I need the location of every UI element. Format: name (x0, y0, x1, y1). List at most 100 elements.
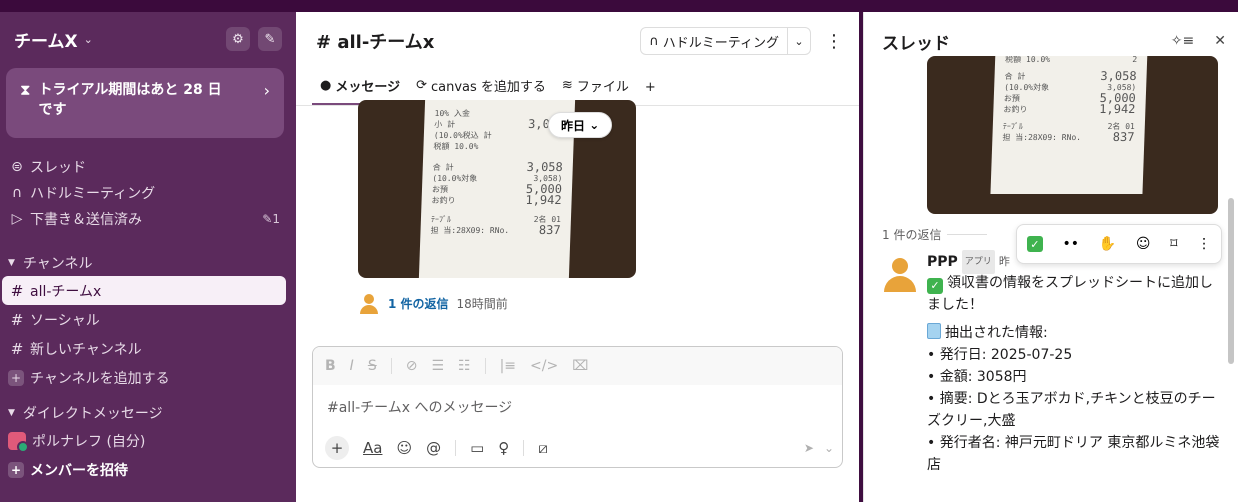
link-icon[interactable]: ⊘ (406, 358, 418, 374)
huddle-button[interactable]: ∩ ハドルミーティング ⌄ (640, 27, 811, 55)
add-tab-button[interactable]: + (637, 80, 664, 105)
channels-section[interactable]: ▼ チャンネル (0, 250, 296, 276)
message-list: 10% 入金 小 計3,058 (10.0%税込 計2 税額 10.0% 合 計… (296, 100, 859, 346)
send-button[interactable]: ➤ ⌄ (804, 441, 834, 455)
clipboard-icon (927, 323, 941, 339)
hourglass-icon: ⧗ (20, 81, 31, 99)
headphones-icon: ∩ (11, 185, 23, 201)
receipt-paper: 税額 10.0% 2 合 計 3,058 (10.0%対象 3,058) お預 5,00… (990, 56, 1148, 194)
plus-icon: + (8, 369, 24, 386)
bold-icon[interactable]: B (325, 358, 336, 374)
code-icon[interactable]: </> (530, 358, 558, 374)
video-icon[interactable]: ▭ (470, 439, 484, 457)
plus-icon: + (8, 461, 24, 478)
italic-icon[interactable]: I (350, 358, 354, 374)
chevron-down-icon: ⌄ (589, 118, 600, 132)
caret-down-icon: ▼ (8, 408, 15, 418)
thread-pane: スレッド ✧≡ ✕ 税額 10.0% 2 合 計 3,058 (10.0%対象 3,0… (863, 12, 1238, 502)
date-divider-button[interactable]: 昨日 ⌄ (548, 112, 613, 138)
scrollbar[interactable] (1228, 198, 1234, 364)
list-item: • 金額: 3058円 (927, 369, 1027, 385)
sidebar-item-all-teamx[interactable]: # all-チームx (2, 276, 286, 305)
replies-link[interactable]: 1 件の返信 (388, 295, 449, 312)
format-toolbar: B I S ⊘ ☰ ☷ |≡ </> ⌧ (313, 347, 842, 385)
sidebar-item-huddles[interactable]: ∩ ハドルミーティング (0, 180, 296, 206)
ordered-list-icon[interactable]: ☰ (431, 358, 444, 374)
canvas-icon: ⟳ (416, 78, 427, 93)
hash-icon: # (10, 310, 24, 329)
thread-replies[interactable]: 1 件の返信 18時間前 (358, 292, 508, 314)
list-item: • 摘要: Dとろ玉アボカド,チキンと枝豆のチーズクリー,大盛 (927, 391, 1216, 429)
send-icon: ▷ (11, 211, 23, 227)
thread-icon: ⊜ (11, 159, 23, 175)
format-icon[interactable]: Aa (363, 439, 382, 457)
ai-summary-icon[interactable]: ✧≡ (1171, 33, 1194, 49)
more-icon[interactable]: ⋮ (825, 31, 843, 52)
code-block-icon[interactable]: ⌧ (572, 358, 588, 374)
bookmark-icon[interactable]: ⌑ (1170, 236, 1177, 252)
sidebar-item-new-channel[interactable]: # 新しいチャンネル (2, 334, 286, 363)
thread-title: スレッド (882, 33, 950, 54)
send-icon: ➤ (803, 441, 814, 455)
quote-icon[interactable]: |≡ (500, 358, 516, 374)
sidebar-item-label: ハドルミーティング (30, 186, 156, 202)
channel-header: # all-チームx ∩ ハドルミーティング ⌄ ⋮ (296, 12, 859, 70)
receipt-image[interactable]: 税額 10.0% 2 合 計 3,058 (10.0%対象 3,058) お預 5,00… (927, 56, 1218, 214)
sidebar-item-label: 下書き＆送信済み (30, 212, 142, 228)
list-item: • 発行日: 2025-07-25 (927, 347, 1073, 363)
sidebar-item-label: スレッド (30, 160, 86, 176)
message-actions-bar: ✓ •• ✋ ☺ ⌑ ⋮ (1016, 224, 1222, 264)
chevron-down-icon[interactable]: ⌄ (788, 35, 810, 48)
reply-count: 1 件の返信 (882, 226, 988, 243)
message-time[interactable]: 昨 (999, 251, 1010, 273)
strike-icon[interactable]: S (368, 358, 377, 374)
message-composer: B I S ⊘ ☰ ☷ |≡ </> ⌧ #all-チームx へのメッセージ +… (312, 346, 843, 468)
window-topbar (0, 0, 1238, 12)
check-icon: ✓ (927, 278, 943, 294)
sidebar-item-drafts[interactable]: ▷ 下書き＆送信済み ✎1 (0, 206, 296, 232)
sidebar-item-dm-self[interactable]: ポルナレフ (自分) (2, 426, 286, 455)
thread-message: PPP アプリ 昨 ✓ 領収書の情報をスプレッドシートに追加しました！ 抽出された… (927, 250, 1223, 476)
close-icon[interactable]: ✕ (1214, 33, 1226, 49)
invite-members-button[interactable]: + メンバーを招待 (2, 455, 286, 484)
trial-text: トライアル期間はあと 28 日です (38, 82, 222, 118)
avatar (358, 292, 380, 314)
sidebar-item-threads[interactable]: ⊜ スレッド (0, 154, 296, 180)
more-icon[interactable]: ⋮ (1197, 236, 1211, 252)
message-icon: ● (320, 78, 332, 93)
message-input[interactable]: #all-チームx へのメッセージ (313, 385, 842, 429)
bullet-list-icon[interactable]: ☷ (458, 358, 471, 374)
plus-icon[interactable]: + (325, 436, 349, 460)
emoji-icon[interactable]: ☺ (396, 439, 412, 457)
hash-icon: # (10, 281, 24, 300)
mention-icon[interactable]: @ (426, 439, 441, 457)
trial-banner[interactable]: ⧗ トライアル期間はあと 28 日です › (6, 68, 284, 138)
chevron-right-icon: › (263, 81, 270, 100)
reply-time: 18時間前 (456, 296, 508, 311)
avatar[interactable] (882, 256, 918, 292)
composer-actions: + Aa ☺ @ ▭ ♀ ⧄ ➤ ⌄ (313, 429, 842, 467)
app-badge: アプリ (961, 250, 995, 274)
channel-title[interactable]: # all-チームx (316, 28, 434, 54)
add-channel-button[interactable]: + チャンネルを追加する (2, 363, 286, 392)
slash-icon[interactable]: ⧄ (538, 439, 548, 457)
list-item: • 発行者名: 神戸元町ドリア 東京都ルミネ池袋店 (927, 435, 1220, 473)
sender-name[interactable]: PPP (927, 251, 958, 273)
mic-icon[interactable]: ♀ (498, 439, 509, 457)
layers-icon: ≋ (561, 78, 573, 93)
chevron-down-icon[interactable]: ⌄ (84, 33, 93, 46)
plus-icon: + (644, 80, 656, 95)
check-reaction-icon[interactable]: ✓ (1026, 236, 1043, 252)
eyes-reaction-icon[interactable]: •• (1063, 236, 1080, 252)
raised-hands-reaction-icon[interactable]: ✋ (1099, 236, 1116, 252)
hash-icon: # (10, 339, 24, 358)
caret-down-icon: ▼ (8, 258, 15, 268)
dm-section[interactable]: ▼ ダイレクトメッセージ (0, 400, 296, 426)
headphones-icon: ∩ (649, 33, 659, 49)
gear-icon[interactable]: ⚙ (226, 27, 250, 51)
sidebar-item-social[interactable]: # ソーシャル (2, 305, 286, 334)
workspace-name[interactable]: チームX (14, 27, 78, 52)
compose-icon[interactable]: ✎ (258, 27, 282, 51)
add-reaction-icon[interactable]: ☺ (1136, 236, 1151, 252)
chevron-down-icon[interactable]: ⌄ (824, 441, 834, 455)
